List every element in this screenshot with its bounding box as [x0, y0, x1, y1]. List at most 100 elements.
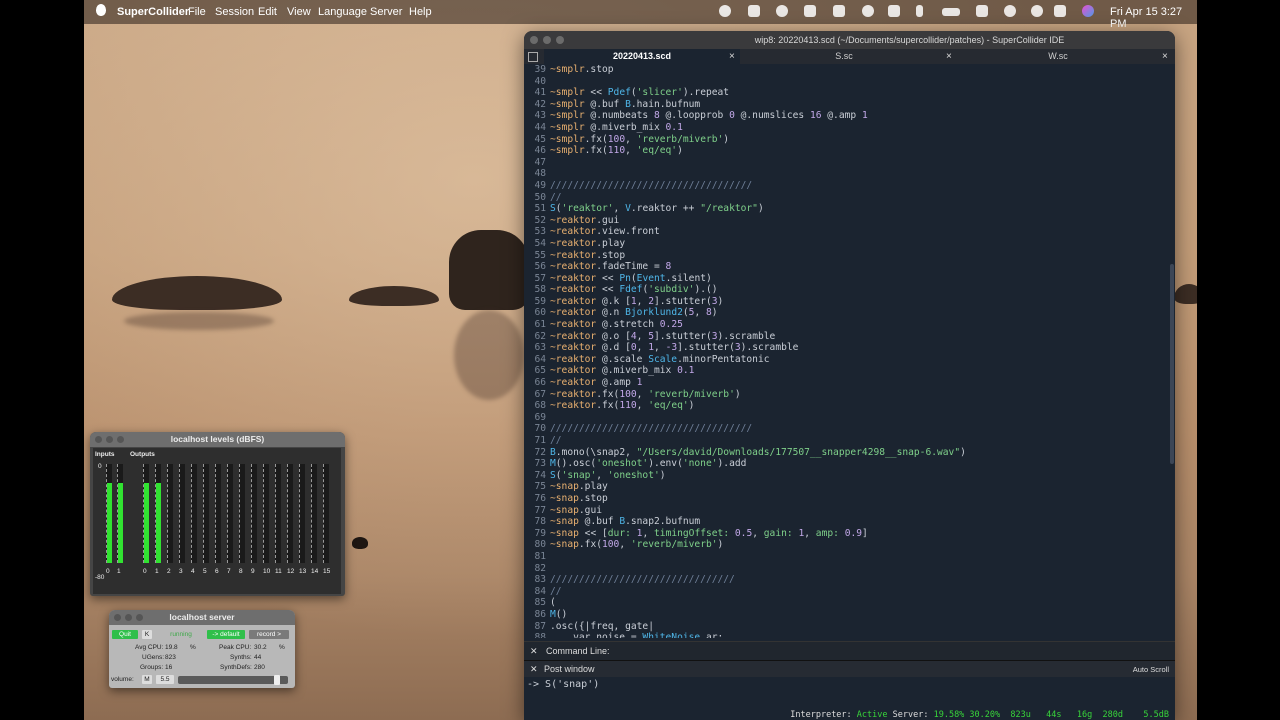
battery-icon[interactable]: [942, 8, 960, 16]
wifi-icon[interactable]: [976, 5, 988, 17]
code-line[interactable]: 83 ////////////////////////////////: [524, 574, 1169, 586]
levels-title-bar[interactable]: localhost levels (dBFS): [90, 432, 345, 447]
siri-icon[interactable]: [1082, 5, 1094, 17]
code-line[interactable]: 81: [524, 551, 1169, 563]
code-line[interactable]: 66 ~reaktor @.amp 1: [524, 377, 1169, 389]
kill-button[interactable]: K: [142, 630, 152, 639]
code-line[interactable]: 69: [524, 412, 1169, 424]
code-line[interactable]: 45 ~smplr.fx(100, 'reverb/miverb'): [524, 134, 1169, 146]
code-line[interactable]: 43 ~smplr @.numbeats 8 @.loopprob 0 @.num…: [524, 110, 1169, 122]
minimize-window-button[interactable]: [106, 436, 113, 443]
code-line[interactable]: 76 ~snap.stop: [524, 493, 1169, 505]
code-line[interactable]: 87 .osc({|freq, gate|: [524, 621, 1169, 633]
close-icon[interactable]: ✕: [530, 642, 538, 660]
close-window-button[interactable]: [530, 36, 538, 44]
code-line[interactable]: 62 ~reaktor @.o [4, 5].stutter(3).scrambl…: [524, 331, 1169, 343]
ide-title-bar[interactable]: wip8: 20220413.scd (~/Documents/supercol…: [524, 31, 1175, 49]
zoom-window-button[interactable]: [136, 614, 143, 621]
code-line[interactable]: 80 ~snap.fx(100, 'reverb/miverb'): [524, 539, 1169, 551]
menu-edit[interactable]: Edit: [258, 6, 277, 18]
code-line[interactable]: 77 ~snap.gui: [524, 505, 1169, 517]
code-line[interactable]: 73 M().osc('oneshot').env('none').add: [524, 458, 1169, 470]
tab-close-icon[interactable]: ×: [946, 49, 952, 64]
close-window-button[interactable]: [95, 436, 102, 443]
command-line-bar[interactable]: ✕ Command Line:: [524, 641, 1175, 660]
code-line[interactable]: 42 ~smplr @.buf B.hain.bufnum: [524, 99, 1169, 111]
tab-list-icon[interactable]: [528, 52, 538, 62]
code-line[interactable]: 55 ~reaktor.stop: [524, 250, 1169, 262]
code-line[interactable]: 44 ~smplr @.miverb_mix 0.1: [524, 122, 1169, 134]
code-line[interactable]: 51 S('reaktor', V.reaktor ++ "/reaktor"): [524, 203, 1169, 215]
apple-icon[interactable]: [96, 4, 106, 16]
default-button[interactable]: -> default: [207, 630, 245, 639]
menu-clock[interactable]: Fri Apr 15 3:27 PM: [1110, 6, 1197, 30]
close-window-button[interactable]: [114, 614, 121, 621]
zoom-window-button[interactable]: [556, 36, 564, 44]
code-line[interactable]: 54 ~reaktor.play: [524, 238, 1169, 250]
display-icon[interactable]: [804, 5, 816, 17]
code-editor[interactable]: 39 ~smplr.stop 40 41 ~smplr << Pdef('slicer'…: [524, 64, 1169, 638]
menu-app-name[interactable]: SuperCollider: [117, 6, 189, 18]
scrollbar-thumb[interactable]: [1170, 264, 1174, 464]
menu-language[interactable]: Language: [318, 6, 367, 18]
control-center-icon[interactable]: [1054, 5, 1066, 17]
tab-w-sc[interactable]: W.sc: [952, 49, 1164, 64]
code-line[interactable]: 67 ~reaktor.fx(100, 'reverb/miverb'): [524, 389, 1169, 401]
code-line[interactable]: 49 ///////////////////////////////////: [524, 180, 1169, 192]
code-line[interactable]: 68 ~reaktor.fx(110, 'eq/eq'): [524, 400, 1169, 412]
code-line[interactable]: 57 ~reaktor << Pn(Event.silent): [524, 273, 1169, 285]
zoom-window-button[interactable]: [117, 436, 124, 443]
clock-icon[interactable]: [1004, 5, 1016, 17]
code-line[interactable]: 48: [524, 168, 1169, 180]
code-line[interactable]: 72 B.mono(\snap2, "/Users/david/Downloads…: [524, 447, 1169, 459]
code-line[interactable]: 59 ~reaktor @.k [1, 2].stutter(3): [524, 296, 1169, 308]
volume-icon[interactable]: [888, 5, 900, 17]
gmail-icon[interactable]: [748, 5, 760, 17]
menu-help[interactable]: Help: [409, 6, 432, 18]
code-line[interactable]: 61 ~reaktor @.stretch 0.25: [524, 319, 1169, 331]
minimize-window-button[interactable]: [543, 36, 551, 44]
code-line[interactable]: 56 ~reaktor.fadeTime = 8: [524, 261, 1169, 273]
code-line[interactable]: 79 ~snap << [dur: 1, timingOffset: 0.5, g…: [524, 528, 1169, 540]
menu-session[interactable]: Session: [215, 6, 254, 18]
code-line[interactable]: 65 ~reaktor @.miverb_mix 0.1: [524, 365, 1169, 377]
code-line[interactable]: 88 var noise = WhiteNoise.ar;: [524, 632, 1169, 638]
code-line[interactable]: 50 //: [524, 192, 1169, 204]
bluetooth-icon[interactable]: [916, 5, 923, 17]
code-line[interactable]: 41 ~smplr << Pdef('slicer').repeat: [524, 87, 1169, 99]
interpreter-status[interactable]: Active: [857, 710, 888, 720]
tab-close-icon[interactable]: ×: [729, 49, 735, 64]
code-line[interactable]: 85 (: [524, 597, 1169, 609]
server-status[interactable]: 19.58% 30.20% 823u 44s 16g 280d 5.5dB: [934, 710, 1169, 720]
record-status-icon[interactable]: [719, 5, 731, 17]
timer-icon[interactable]: [862, 5, 874, 17]
tab-s-sc[interactable]: S.sc: [740, 49, 948, 64]
record-button[interactable]: record >: [249, 630, 289, 639]
quit-button[interactable]: Quit: [112, 630, 138, 639]
code-line[interactable]: 58 ~reaktor << Fdef('subdiv').(): [524, 284, 1169, 296]
post-window[interactable]: -> S('snap') Interpreter: Active Server:…: [524, 677, 1175, 720]
server-title-bar[interactable]: localhost server: [109, 610, 295, 625]
code-line[interactable]: 52 ~reaktor.gui: [524, 215, 1169, 227]
code-line[interactable]: 46 ~smplr.fx(110, 'eq/eq'): [524, 145, 1169, 157]
code-line[interactable]: 70 ///////////////////////////////////: [524, 423, 1169, 435]
menu-file[interactable]: File: [188, 6, 206, 18]
code-line[interactable]: 74 S('snap', 'oneshot'): [524, 470, 1169, 482]
code-line[interactable]: 47: [524, 157, 1169, 169]
editor-scrollbar[interactable]: [1169, 64, 1175, 638]
hand-icon[interactable]: [833, 5, 845, 17]
volume-slider[interactable]: [178, 675, 288, 685]
menu-server[interactable]: Server: [370, 6, 402, 18]
tab-20220413[interactable]: 20220413.scd: [544, 49, 740, 64]
code-line[interactable]: 63 ~reaktor @.d [0, 1, -3].stutter(3).scr…: [524, 342, 1169, 354]
code-line[interactable]: 71 //: [524, 435, 1169, 447]
code-line[interactable]: 86 M(): [524, 609, 1169, 621]
tab-close-icon[interactable]: ×: [1162, 49, 1168, 64]
sync-icon[interactable]: [776, 5, 788, 17]
code-line[interactable]: 82: [524, 563, 1169, 575]
auto-scroll-toggle[interactable]: Auto Scroll: [1133, 661, 1169, 678]
close-icon[interactable]: ✕: [530, 661, 538, 678]
volume-value[interactable]: 5.5: [156, 675, 174, 684]
code-line[interactable]: 64 ~reaktor @.scale Scale.minorPentatonic: [524, 354, 1169, 366]
mute-button[interactable]: M: [142, 675, 152, 684]
